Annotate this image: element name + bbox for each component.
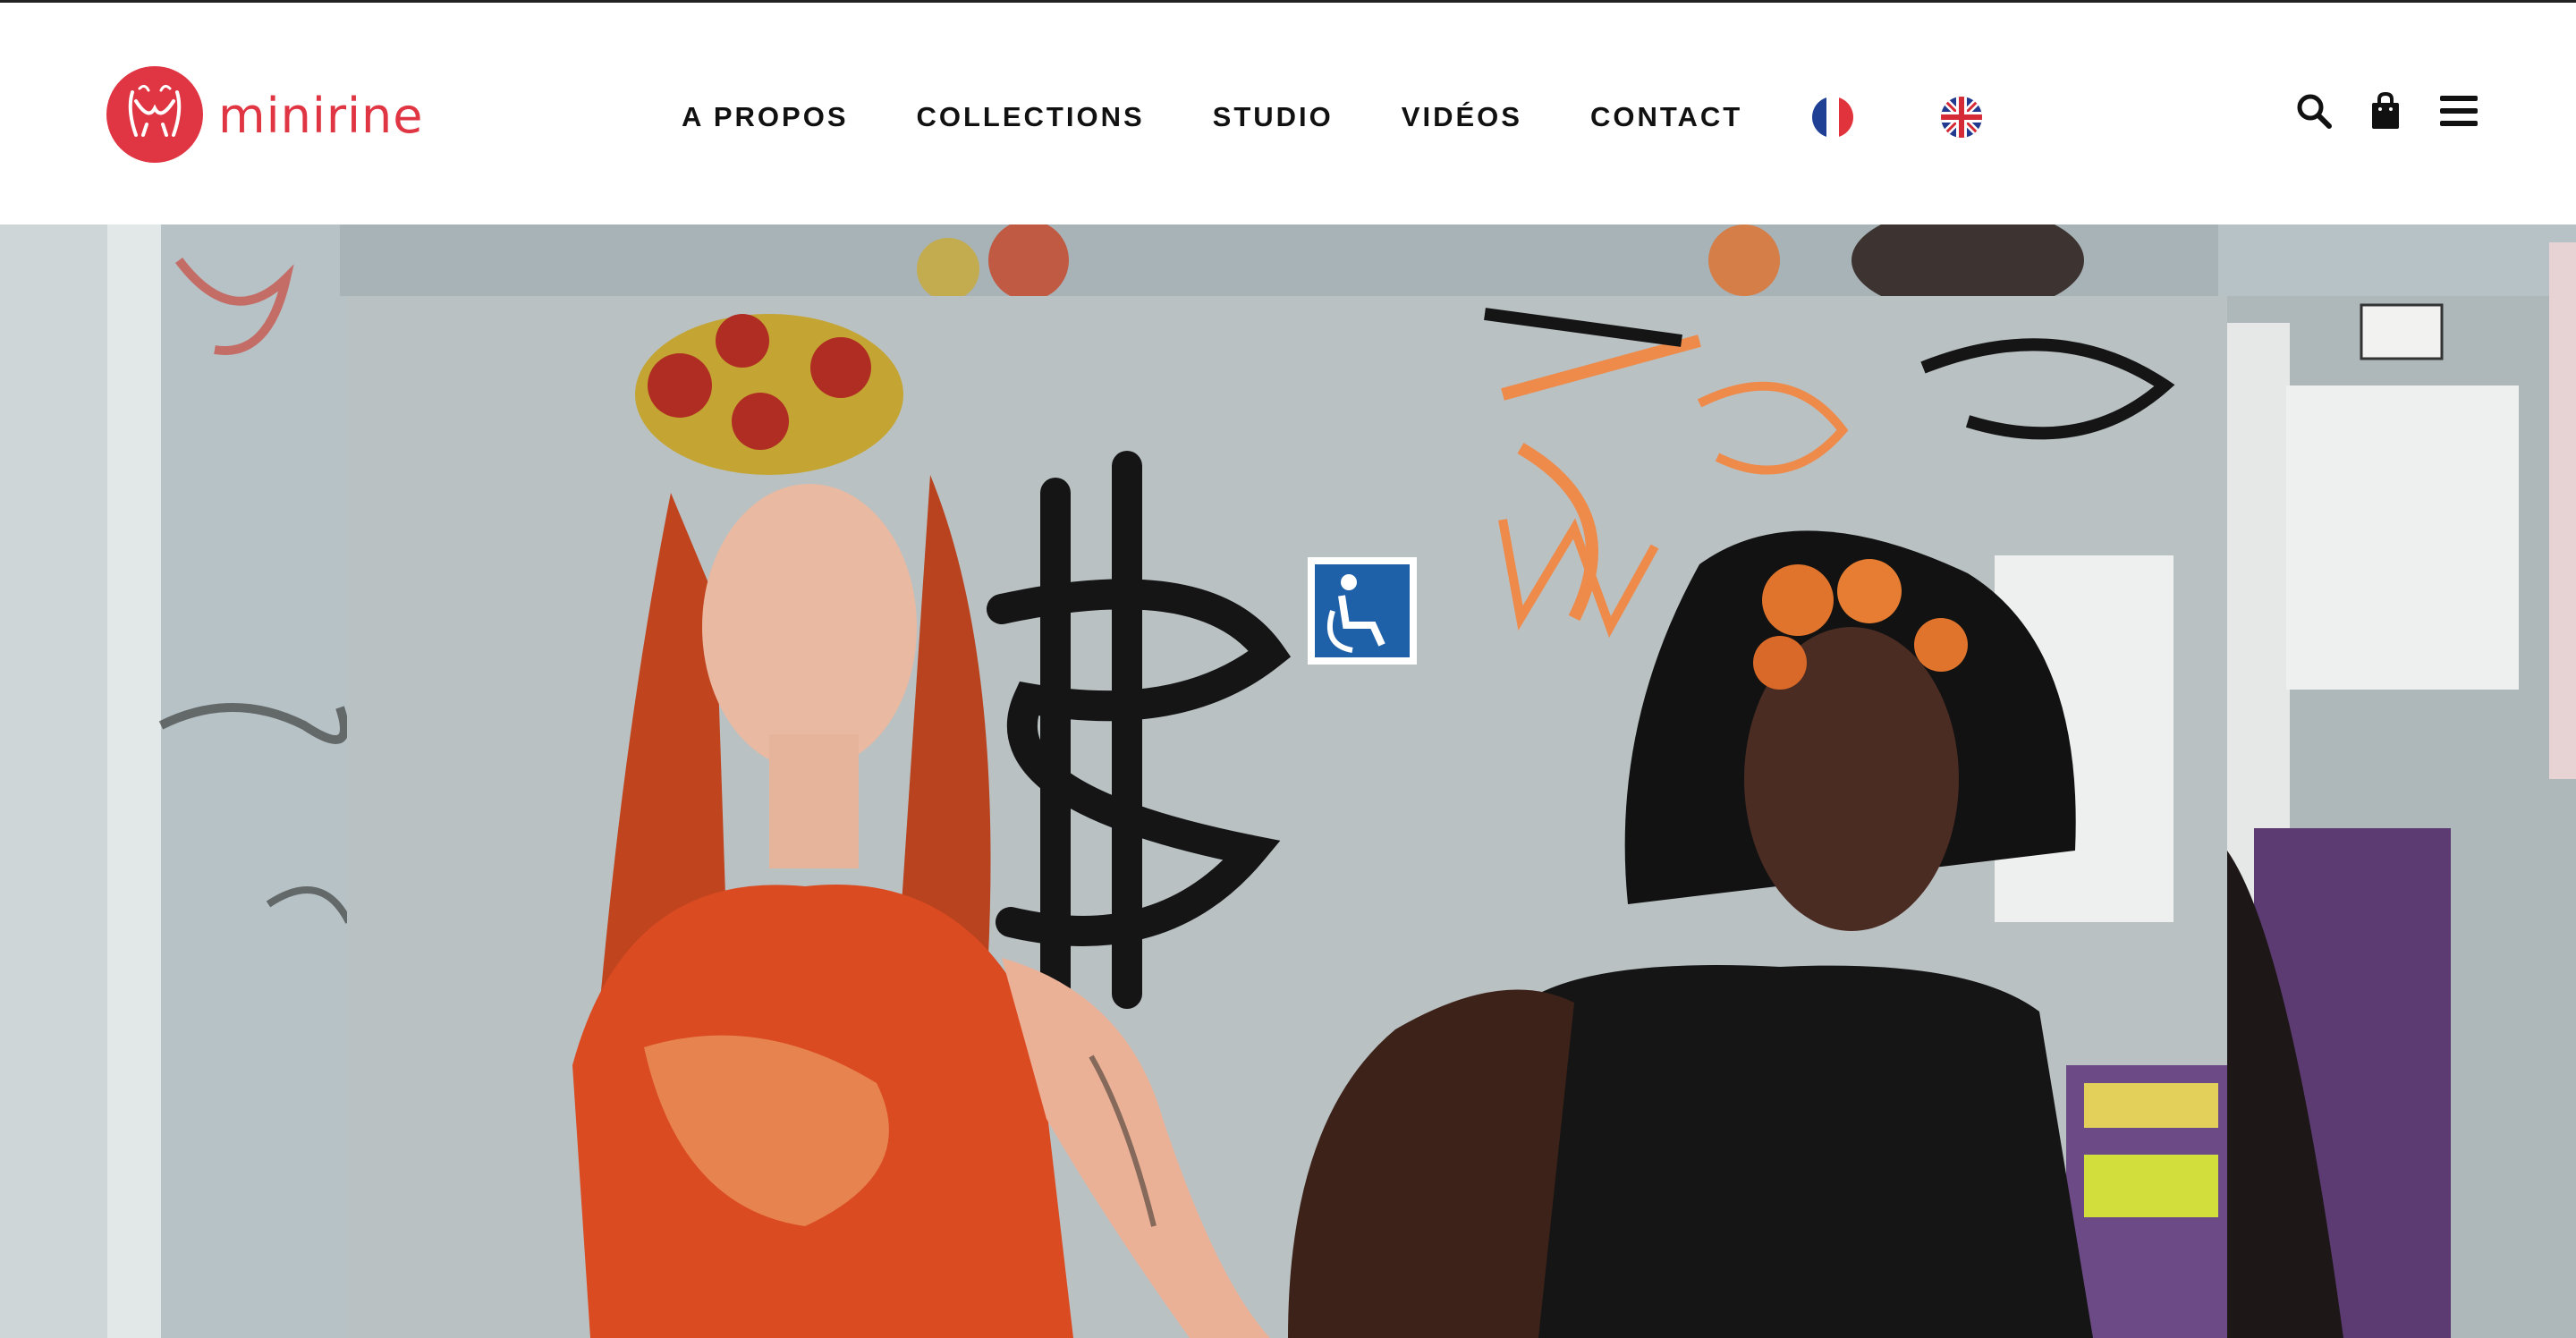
uk-flag-icon[interactable] xyxy=(1941,97,1983,138)
nav-item-collections[interactable]: COLLECTIONS xyxy=(917,101,1145,133)
nav-item-studio[interactable]: STUDIO xyxy=(1213,101,1334,133)
nav-item-videos[interactable]: VIDÉOS xyxy=(1402,101,1522,133)
shopping-bag-icon[interactable] xyxy=(2370,92,2401,130)
site-header: minirine A PROPOS COLLECTIONS STUDIO VID… xyxy=(0,3,2576,224)
hero-image xyxy=(0,224,2576,1338)
hamburger-menu-icon[interactable] xyxy=(2438,93,2479,129)
nav-item-a-propos[interactable]: A PROPOS xyxy=(682,101,849,133)
brand-logo[interactable]: minirine xyxy=(106,65,423,164)
nav-item-contact[interactable]: CONTACT xyxy=(1590,101,1742,133)
main-navigation: A PROPOS COLLECTIONS STUDIO VIDÉOS CONTA… xyxy=(682,90,1983,144)
search-icon[interactable] xyxy=(2295,92,2333,130)
brand-name: minirine xyxy=(218,87,424,144)
hero-video[interactable] xyxy=(0,224,2576,1338)
header-actions xyxy=(2295,92,2479,130)
brand-logo-icon xyxy=(106,66,203,163)
french-flag-icon[interactable] xyxy=(1812,97,1854,138)
